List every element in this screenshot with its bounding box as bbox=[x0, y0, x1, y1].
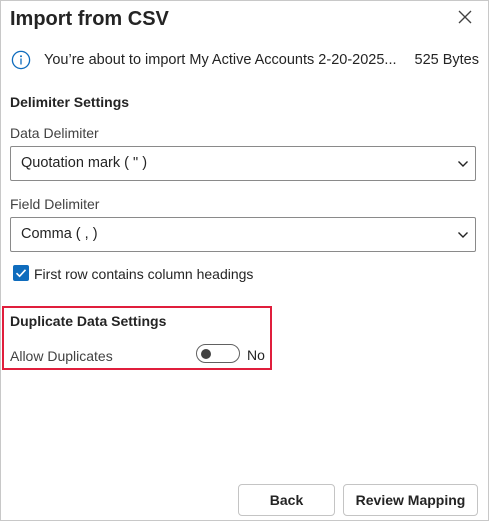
chevron-down-icon bbox=[458, 161, 468, 167]
close-icon bbox=[458, 10, 472, 24]
review-mapping-button[interactable]: Review Mapping bbox=[343, 484, 478, 516]
field-delimiter-value: Comma ( , ) bbox=[21, 226, 98, 242]
field-delimiter-select[interactable]: Comma ( , ) bbox=[10, 217, 476, 252]
data-delimiter-select[interactable]: Quotation mark ( " ) bbox=[10, 146, 476, 181]
info-icon bbox=[11, 50, 31, 70]
first-row-headings-label: First row contains column headings bbox=[34, 266, 254, 282]
close-button[interactable] bbox=[452, 5, 478, 31]
field-delimiter-label: Field Delimiter bbox=[10, 196, 100, 212]
data-delimiter-value: Quotation mark ( " ) bbox=[21, 155, 148, 171]
duplicate-settings-heading: Duplicate Data Settings bbox=[10, 313, 167, 329]
checkmark-icon bbox=[15, 269, 27, 278]
allow-duplicates-label: Allow Duplicates bbox=[10, 348, 113, 364]
first-row-headings-checkbox[interactable] bbox=[13, 265, 29, 281]
first-row-headings-option: First row contains column headings bbox=[13, 265, 313, 283]
file-info-bar: You’re about to import My Active Account… bbox=[11, 50, 481, 72]
allow-duplicates-toggle[interactable] bbox=[196, 344, 240, 363]
import-csv-dialog: Import from CSV You’re about to import M… bbox=[0, 0, 489, 521]
file-size: 525 Bytes bbox=[414, 52, 480, 68]
toggle-knob bbox=[201, 349, 211, 359]
import-message: You’re about to import My Active Account… bbox=[44, 52, 397, 68]
chevron-down-icon bbox=[458, 232, 468, 238]
dialog-title: Import from CSV bbox=[10, 8, 169, 30]
allow-duplicates-state: No bbox=[247, 347, 265, 363]
delimiter-settings-heading: Delimiter Settings bbox=[10, 94, 130, 110]
back-button[interactable]: Back bbox=[238, 484, 335, 516]
data-delimiter-label: Data Delimiter bbox=[10, 125, 99, 141]
